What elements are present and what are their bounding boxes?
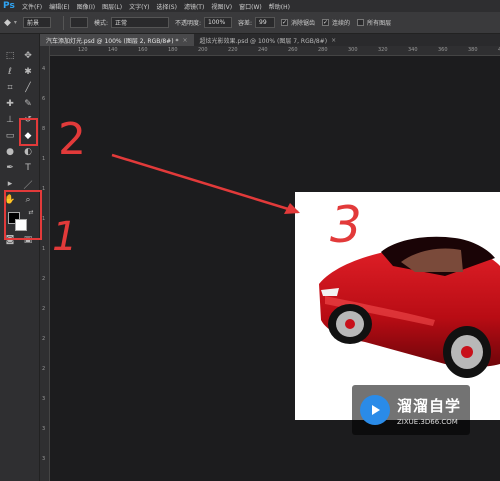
annotation-label-2: 2	[58, 114, 86, 165]
watermark-url: ZIXUE.3D66.COM	[397, 417, 458, 426]
annotation-label-1: 1	[52, 214, 77, 260]
annotation-label-3: 3	[330, 196, 362, 254]
watermark-title: 溜溜自学	[397, 396, 462, 415]
play-logo-icon	[360, 395, 390, 425]
play-icon	[372, 405, 380, 415]
watermark: 溜溜自学 ZIXUE.3D66.COM	[352, 385, 470, 435]
annotation-arrow-line	[111, 153, 299, 214]
